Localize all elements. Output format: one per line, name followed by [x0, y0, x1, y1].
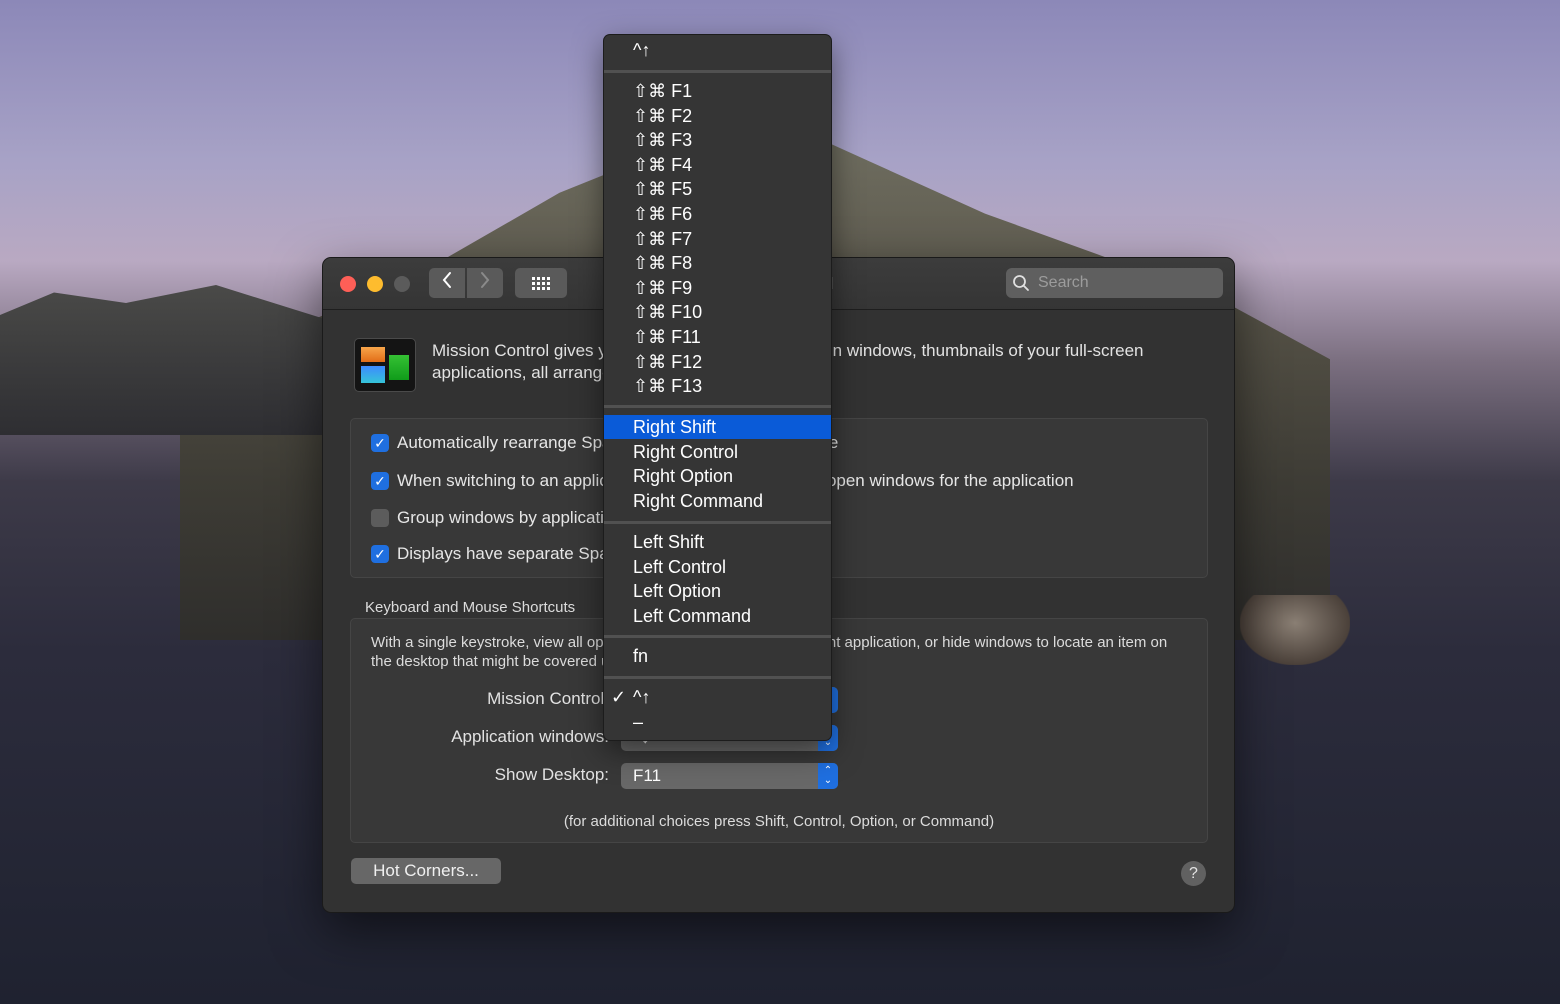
menu-item-function-key[interactable]: ⇧⌘ F1 — [604, 79, 831, 103]
help-button[interactable]: ? — [1181, 861, 1206, 886]
minimize-window-button[interactable] — [367, 276, 383, 292]
checkmark-icon: ✓ — [611, 687, 627, 707]
menu-item-left-modifier[interactable]: Left Option — [604, 579, 831, 603]
close-window-button[interactable] — [340, 276, 356, 292]
search-icon — [1006, 274, 1036, 292]
wallpaper-rock — [1240, 595, 1350, 665]
shortcuts-section-title: Keyboard and Mouse Shortcuts — [365, 599, 576, 616]
menu-item-function-key[interactable]: ⇧⌘ F3 — [604, 128, 831, 152]
checkbox-checked-icon[interactable]: ✓ — [371, 545, 389, 563]
shortcut-dropdown-menu: ^↑ ⇧⌘ F1 ⇧⌘ F2 ⇧⌘ F3 ⇧⌘ F4 ⇧⌘ F5 ⇧⌘ F6 ⇧⌘ F7 ⇧⌘… — [604, 35, 831, 740]
show-all-button[interactable] — [515, 268, 567, 298]
back-button[interactable] — [429, 268, 465, 298]
mission-control-app-icon — [354, 338, 416, 392]
search-input[interactable] — [1036, 273, 1210, 293]
menu-separator — [604, 676, 831, 679]
option-label: Displays have separate Spaces — [397, 544, 636, 563]
menu-item-left-modifier[interactable]: Left Control — [604, 555, 831, 579]
popup-value: F11 — [633, 766, 662, 785]
menu-item-function-key[interactable]: ⇧⌘ F2 — [604, 104, 831, 128]
menu-item-checked[interactable]: ✓ ^↑ — [604, 685, 831, 709]
menu-item-none[interactable]: – — [604, 710, 831, 734]
menu-item-right-modifier[interactable]: Right Option — [604, 464, 831, 488]
menu-item-function-key[interactable]: ⇧⌘ F12 — [604, 350, 831, 374]
menu-separator — [604, 70, 831, 73]
menu-item-top[interactable]: ^↑ — [604, 38, 831, 62]
show-desktop-label: Show Desktop: — [494, 765, 609, 784]
chevron-right-icon — [479, 271, 491, 295]
grid-icon — [532, 276, 550, 290]
menu-item-left-modifier[interactable]: Left Command — [604, 604, 831, 628]
menu-item-function-key[interactable]: ⇧⌘ F4 — [604, 153, 831, 177]
menu-item-right-modifier[interactable]: Right Command — [604, 489, 831, 513]
menu-item-fn[interactable]: fn — [604, 644, 831, 668]
menu-item-function-key[interactable]: ⇧⌘ F6 — [604, 202, 831, 226]
menu-item-right-modifier[interactable]: Right Shift — [604, 415, 831, 439]
menu-item-function-key[interactable]: ⇧⌘ F13 — [604, 374, 831, 398]
option-group-windows[interactable]: Group windows by application — [371, 508, 623, 528]
menu-separator — [604, 521, 831, 524]
menu-item-function-key[interactable]: ⇧⌘ F8 — [604, 251, 831, 275]
wallpaper-island — [0, 285, 360, 435]
checkbox-checked-icon[interactable]: ✓ — [371, 434, 389, 452]
application-windows-label: Application windows: — [451, 727, 609, 746]
option-label: Group windows by application — [397, 508, 623, 527]
hot-corners-button[interactable]: Hot Corners... — [351, 858, 501, 884]
forward-button[interactable] — [467, 268, 503, 298]
search-field[interactable] — [1006, 268, 1223, 298]
menu-item-function-key[interactable]: ⇧⌘ F11 — [604, 325, 831, 349]
checkbox-unchecked-icon[interactable] — [371, 509, 389, 527]
menu-separator — [604, 635, 831, 638]
menu-item-left-modifier[interactable]: Left Shift — [604, 530, 831, 554]
updown-chevron-icon: ⌃⌄ — [818, 763, 838, 789]
menu-item-function-key[interactable]: ⇧⌘ F10 — [604, 300, 831, 324]
menu-item-function-key[interactable]: ⇧⌘ F7 — [604, 227, 831, 251]
mission-control-label: Mission Control: — [487, 689, 609, 708]
show-desktop-shortcut-popup[interactable]: F11 ⌃ ⌄ — [621, 763, 838, 789]
menu-item-right-modifier[interactable]: Right Control — [604, 440, 831, 464]
menu-item-function-key[interactable]: ⇧⌘ F9 — [604, 276, 831, 300]
chevron-left-icon — [441, 271, 453, 295]
menu-item-function-key[interactable]: ⇧⌘ F5 — [604, 177, 831, 201]
zoom-window-button[interactable] — [394, 276, 410, 292]
menu-separator — [604, 405, 831, 408]
checkbox-checked-icon[interactable]: ✓ — [371, 472, 389, 490]
additional-choices-hint: (for additional choices press Shift, Con… — [563, 813, 995, 830]
option-separate-spaces[interactable]: ✓ Displays have separate Spaces — [371, 544, 635, 564]
